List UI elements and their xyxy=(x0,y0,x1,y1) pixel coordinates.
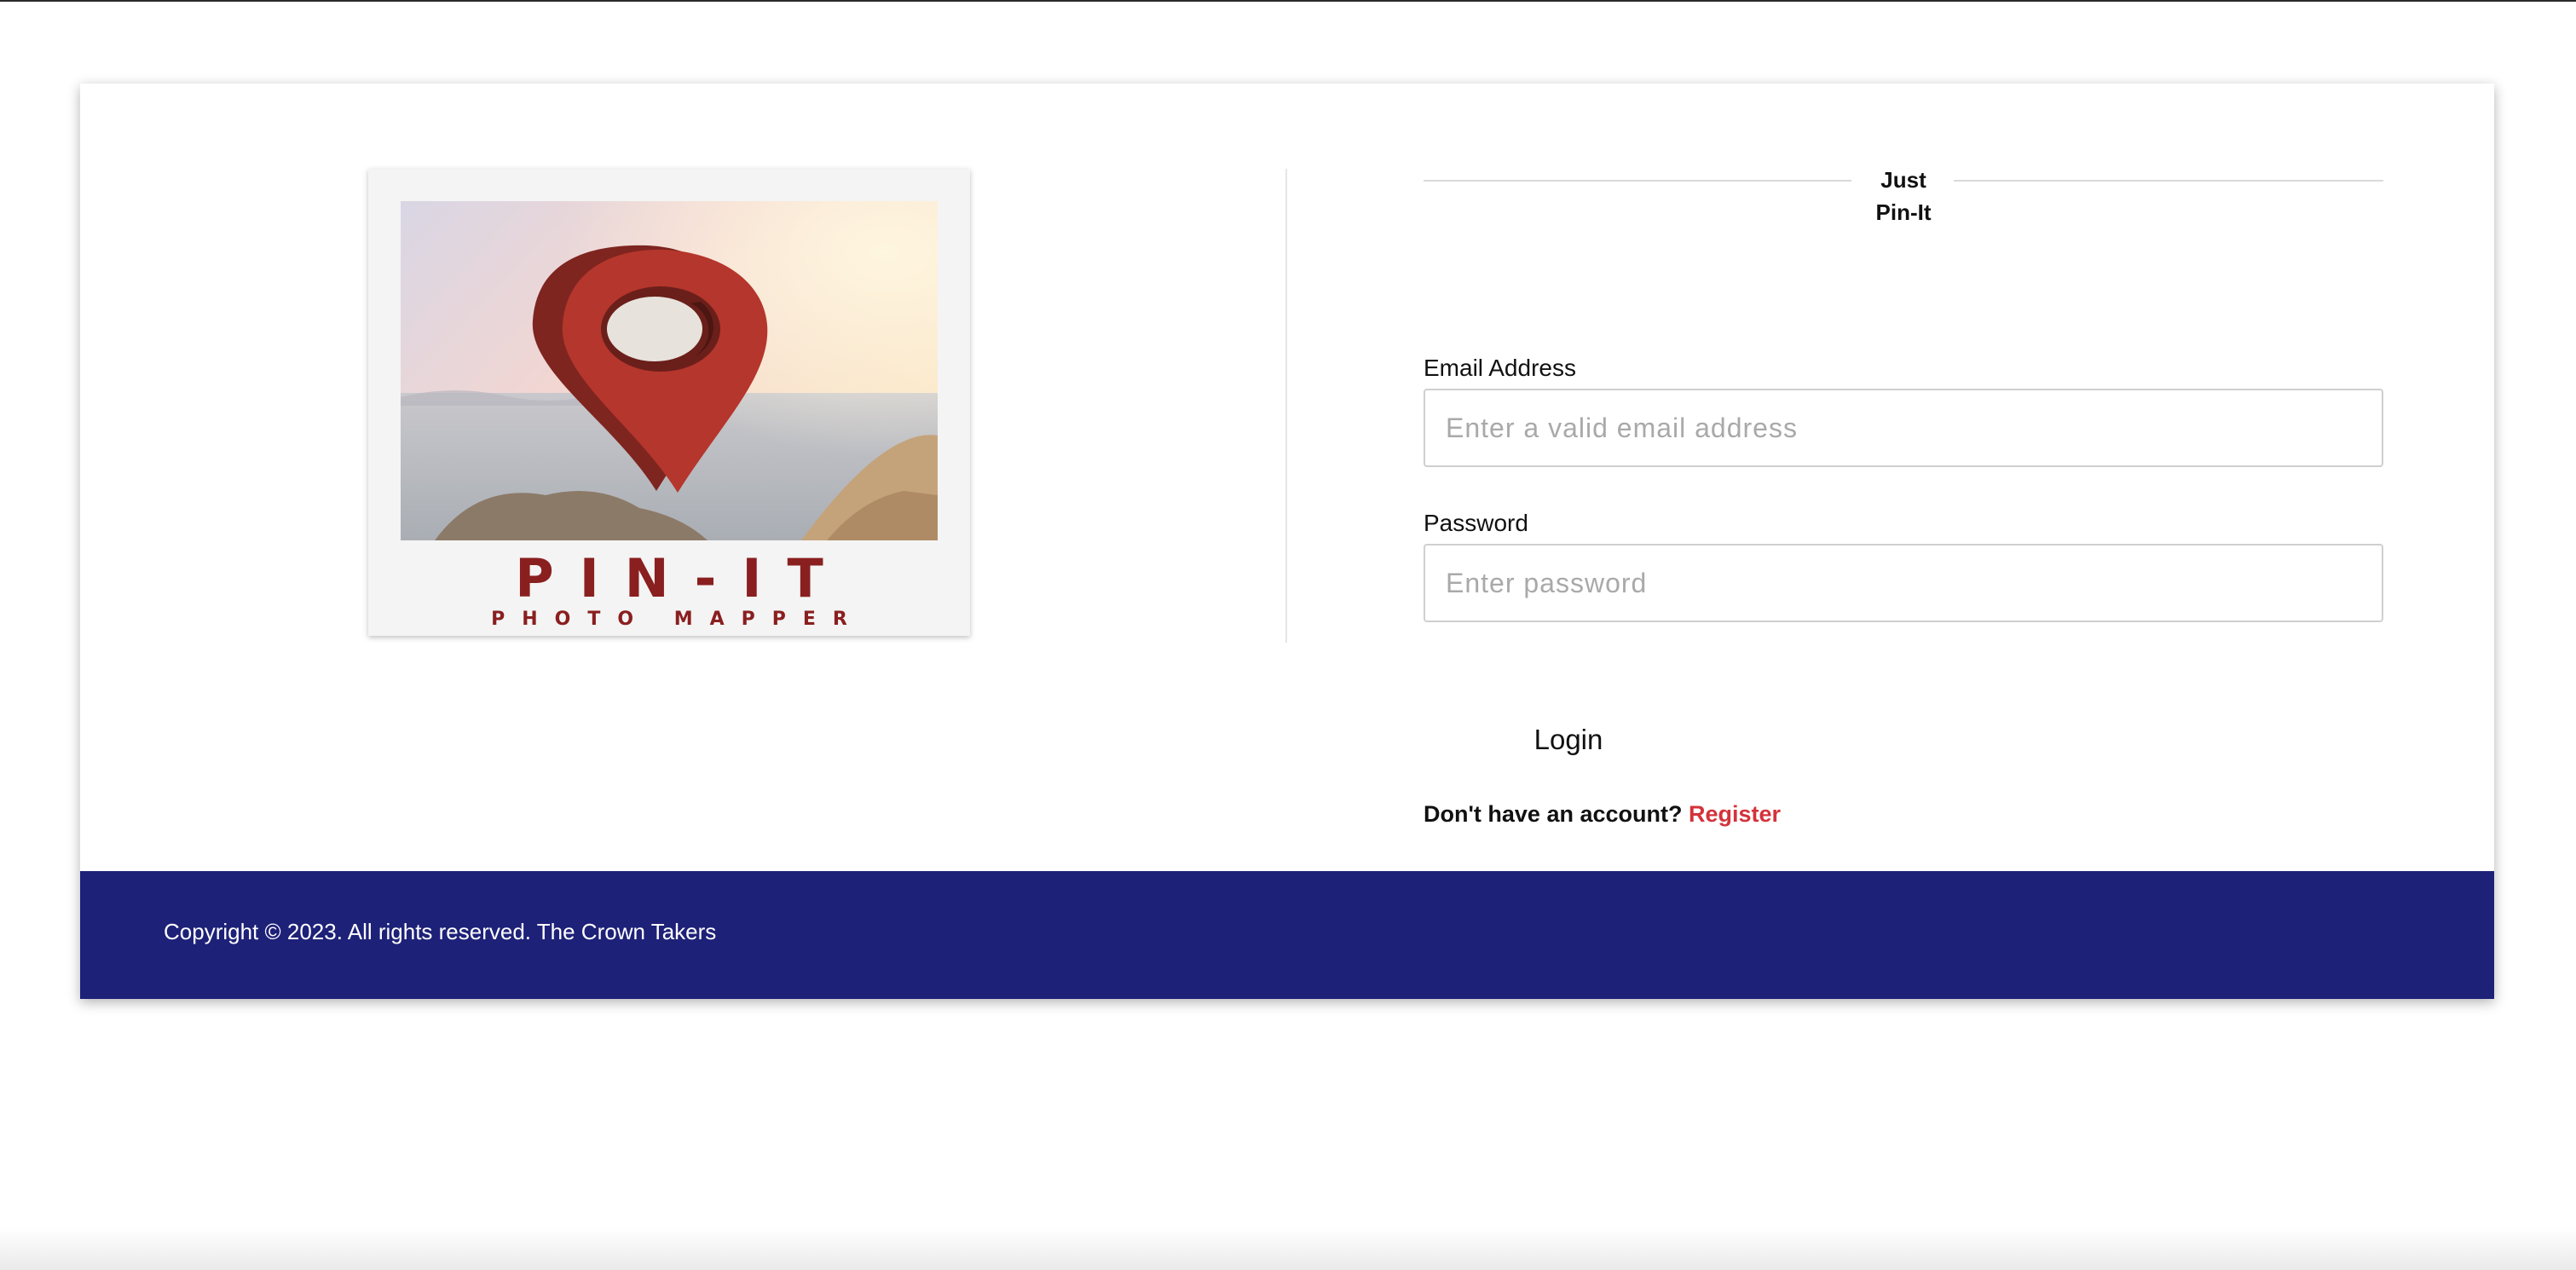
logo-photo xyxy=(401,201,938,540)
email-label: Email Address xyxy=(1424,355,1576,381)
brand-line-2: Pin-It xyxy=(1875,199,1932,225)
register-link[interactable]: Register xyxy=(1689,801,1781,827)
password-label: Password xyxy=(1424,510,1528,536)
password-field[interactable] xyxy=(1424,544,2383,622)
register-row: Don't have an account? Register xyxy=(1424,801,1781,828)
logo-title: PIN-IT xyxy=(515,547,849,609)
logo-image: PIN-IT PHOTO MAPPER xyxy=(368,169,970,636)
footer-copyright: Copyright © 2023. All rights reserved. T… xyxy=(164,919,717,944)
page: PIN-IT PHOTO MAPPER Just Pin-It Email Ad… xyxy=(0,0,2576,1270)
brand-line-1: Just xyxy=(1880,167,1926,193)
footer: Copyright © 2023. All rights reserved. T… xyxy=(80,871,2494,999)
bottom-edge-shadow xyxy=(0,1227,2576,1270)
map-pin-icon xyxy=(401,201,938,540)
register-prompt: Don't have an account? xyxy=(1424,801,1683,827)
login-button[interactable]: Login xyxy=(1492,714,1645,765)
brand-tagline: Just Pin-It xyxy=(1424,164,2383,228)
vertical-divider xyxy=(1285,169,1287,643)
email-field[interactable] xyxy=(1424,389,2383,467)
logo-panel: PIN-IT PHOTO MAPPER xyxy=(80,84,1285,871)
login-card: PIN-IT PHOTO MAPPER Just Pin-It Email Ad… xyxy=(80,84,2494,999)
logo-subtitle: PHOTO MAPPER xyxy=(491,609,864,630)
brand-heading: Just Pin-It xyxy=(1424,167,2383,237)
